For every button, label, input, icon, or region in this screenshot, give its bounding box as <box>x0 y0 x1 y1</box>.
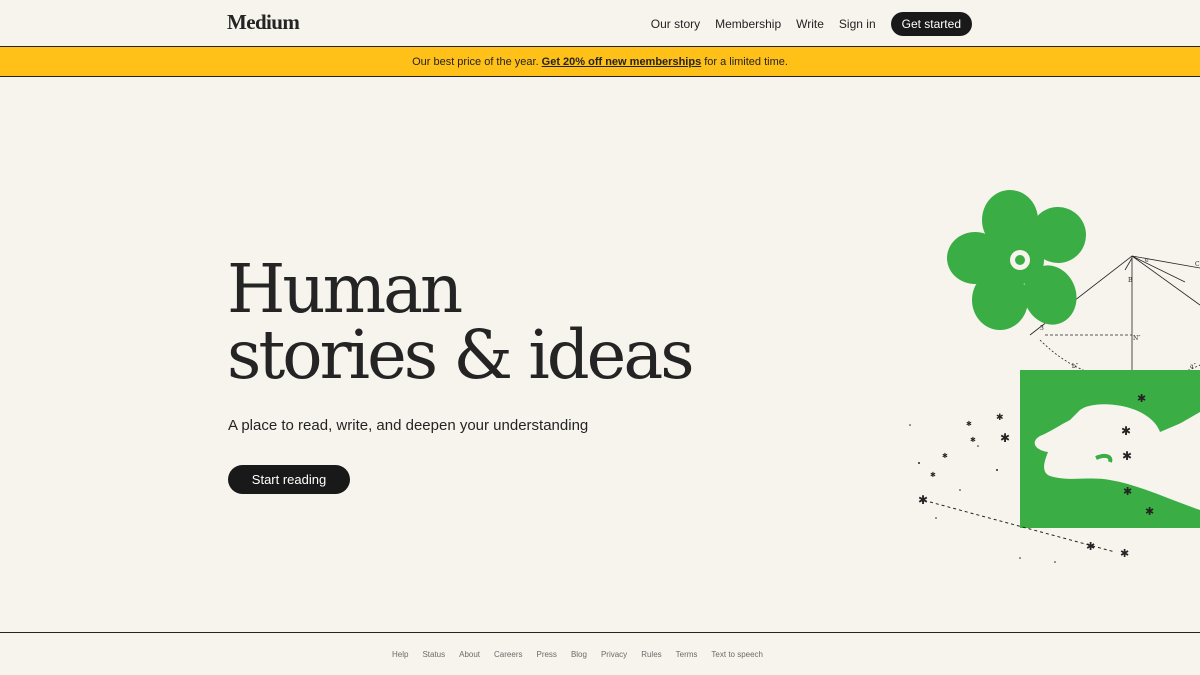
footer-link-status[interactable]: Status <box>422 650 445 659</box>
svg-text:B: B <box>1128 277 1133 284</box>
start-reading-button[interactable]: Start reading <box>228 465 350 494</box>
nav-sign-in-link[interactable]: Sign in <box>839 17 876 31</box>
svg-text:✱: ✱ <box>1121 424 1131 438</box>
svg-text:C: C <box>1195 261 1200 268</box>
hero-subtitle: A place to read, write, and deepen your … <box>228 417 589 434</box>
footer-link-press[interactable]: Press <box>536 650 556 659</box>
footer-link-terms[interactable]: Terms <box>676 650 698 659</box>
svg-text:✱: ✱ <box>1145 505 1154 518</box>
svg-text:✱: ✱ <box>996 413 1004 423</box>
svg-text:✱: ✱ <box>1122 449 1132 463</box>
footer-link-text-to-speech[interactable]: Text to speech <box>711 650 763 659</box>
svg-text:✱: ✱ <box>1137 392 1146 405</box>
promo-banner: Our best price of the year. Get 20% off … <box>0 47 1200 77</box>
hero-title: Human stories & ideas <box>227 250 695 394</box>
medium-logo[interactable]: Medium <box>227 10 300 35</box>
nav-write-link[interactable]: Write <box>796 17 824 31</box>
footer-link-privacy[interactable]: Privacy <box>601 650 627 659</box>
promo-prefix: Our best price of the year. <box>412 55 539 68</box>
hero-illustration: B N″ b″ L a″ C 3 e ✱ ✱ ✱ ✱ ✱ ✱ ✱ ✱ ✱ ✱ ✱ <box>909 190 1200 563</box>
svg-text:✱: ✱ <box>966 420 972 428</box>
svg-text:✱: ✱ <box>942 452 948 460</box>
footer-link-careers[interactable]: Careers <box>494 650 522 659</box>
svg-text:a″: a″ <box>1190 363 1197 370</box>
svg-text:✱: ✱ <box>970 436 976 444</box>
footer-link-blog[interactable]: Blog <box>571 650 587 659</box>
svg-text:✱: ✱ <box>930 471 936 479</box>
footer-link-help[interactable]: Help <box>392 650 408 659</box>
svg-text:3: 3 <box>1040 325 1044 332</box>
svg-text:N″: N″ <box>1133 335 1141 342</box>
svg-text:b″: b″ <box>1072 363 1079 370</box>
svg-text:e: e <box>1145 257 1149 264</box>
green-flower-shape <box>947 190 1086 330</box>
nav-our-story-link[interactable]: Our story <box>651 17 700 31</box>
footer-link-about[interactable]: About <box>459 650 480 659</box>
svg-text:✱: ✱ <box>918 493 928 507</box>
nav-membership-link[interactable]: Membership <box>715 17 781 31</box>
footer-link-rules[interactable]: Rules <box>641 650 661 659</box>
footer-links: Help Status About Careers Press Blog Pri… <box>385 650 770 659</box>
footer: Help Status About Careers Press Blog Pri… <box>0 632 1200 675</box>
get-started-button[interactable]: Get started <box>890 12 972 36</box>
promo-link[interactable]: Get 20% off new memberships <box>542 56 702 68</box>
svg-text:✱: ✱ <box>1120 547 1129 560</box>
hero-title-line-1: Human <box>227 250 463 328</box>
top-header: Medium Our story Membership Write Sign i… <box>0 0 1200 47</box>
svg-text:✱: ✱ <box>1123 485 1132 498</box>
svg-text:✱: ✱ <box>1000 431 1010 445</box>
promo-suffix: for a limited time. <box>704 55 788 68</box>
hero-title-line-2: stories & ideas <box>227 316 695 394</box>
top-nav: Our story Membership Write Sign in Get s… <box>651 12 972 36</box>
